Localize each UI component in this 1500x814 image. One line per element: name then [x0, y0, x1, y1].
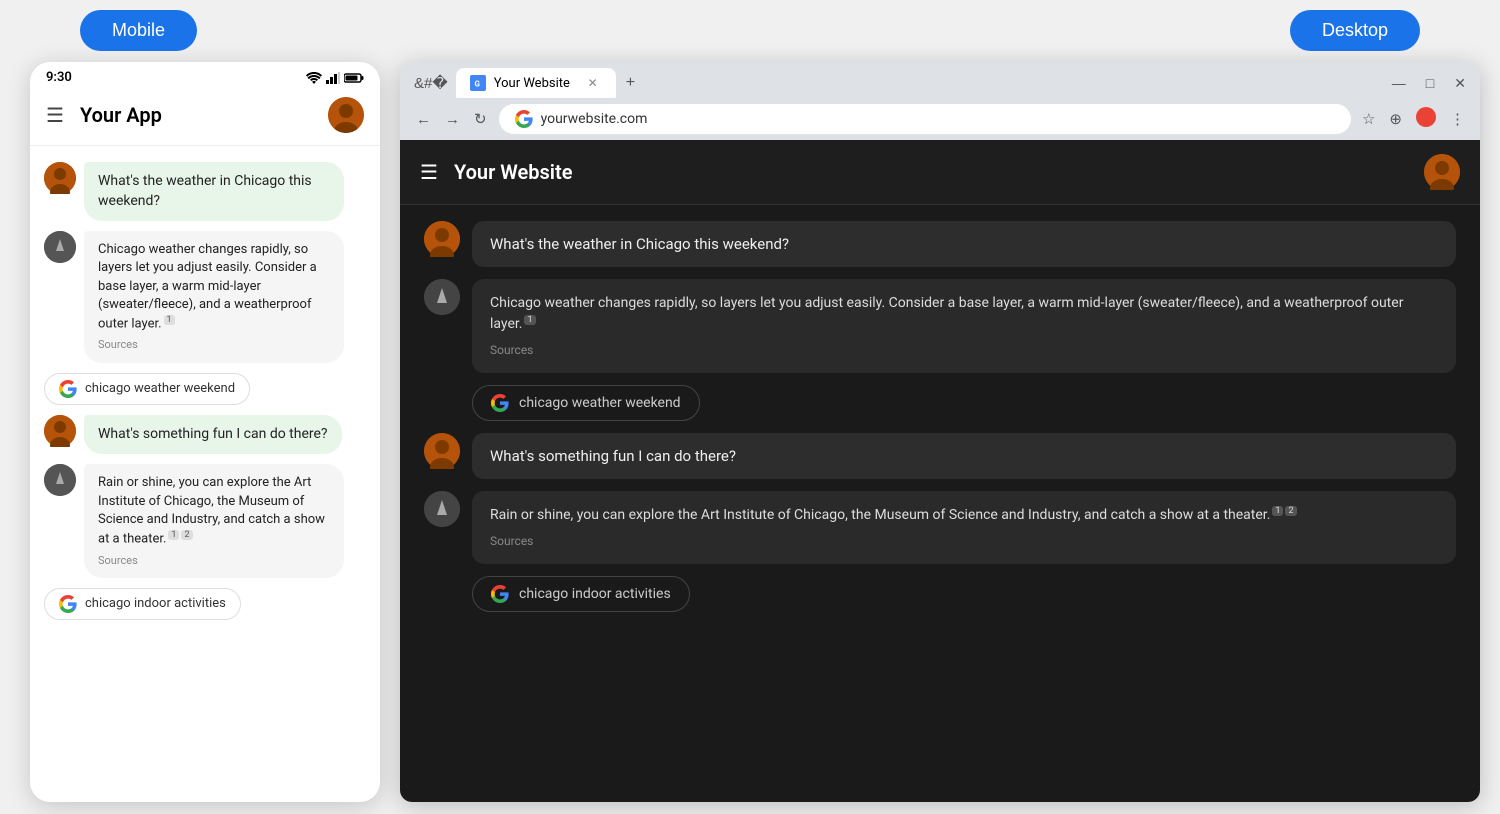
desktop-search-pill-2[interactable]: chicago indoor activities: [472, 576, 690, 612]
new-tab-button[interactable]: +: [618, 70, 643, 96]
desktop-google-logo-1: [491, 394, 509, 412]
table-row: Chicago weather changes rapidly, so laye…: [424, 279, 1456, 373]
desktop-panel: &#� G Your Website ✕ + — □ ✕: [400, 62, 1480, 802]
user-avatar-small-2: [44, 415, 76, 447]
table-row: Rain or shine, you can explore the Art I…: [424, 491, 1456, 564]
desktop-footnote-2b: 2: [1285, 506, 1296, 516]
website-header: ☰ Your Website: [400, 140, 1480, 205]
desktop-bot-avatar-2: [424, 491, 460, 527]
forward-button[interactable]: →: [439, 107, 466, 132]
google-search-pill-2[interactable]: chicago indoor activities: [44, 588, 241, 620]
mobile-status-icons: [306, 72, 364, 84]
more-options-button[interactable]: ⋮: [1445, 106, 1470, 132]
desktop-footnote-2a: 1: [1272, 506, 1283, 516]
sources-label-1: Sources: [98, 337, 330, 352]
mobile-chat-body: What's the weather in Chicago this weeke…: [30, 146, 380, 802]
svg-text:G: G: [474, 80, 480, 89]
bot-message-2: Rain or shine, you can explore the Art I…: [84, 464, 344, 577]
desktop-user-avatar-1: [424, 221, 460, 257]
desktop-bot-message-1: Chicago weather changes rapidly, so laye…: [472, 279, 1456, 373]
desktop-bot-avatar-1: [424, 279, 460, 315]
mobile-panel: 9:30 ☰ Your App: [30, 62, 380, 802]
tab-title: Your Website: [494, 76, 570, 91]
footnote-2a: 1: [168, 530, 179, 540]
browser-back-nav[interactable]: &#�: [408, 70, 454, 96]
desktop-bot-message-2: Rain or shine, you can explore the Art I…: [472, 491, 1456, 564]
website-hamburger-icon[interactable]: ☰: [420, 160, 438, 184]
address-right-icons: ☆ ⊕ ⋮: [1357, 103, 1470, 135]
nav-icons: ← → ↻: [410, 106, 493, 132]
bot-message-1: Chicago weather changes rapidly, so laye…: [84, 231, 344, 363]
desktop-button[interactable]: Desktop: [1290, 10, 1420, 51]
desktop-user-avatar-2: [424, 433, 460, 469]
tab-close-button[interactable]: ✕: [584, 74, 602, 92]
bot-avatar-small-2: [44, 464, 76, 496]
browser-tabs-bar: &#� G Your Website ✕ + — □ ✕: [400, 62, 1480, 98]
desktop-sources-1: Sources: [490, 341, 1438, 359]
mobile-user-avatar[interactable]: [328, 97, 364, 133]
website-content: ☰ Your Website: [400, 140, 1480, 802]
hamburger-icon[interactable]: ☰: [46, 103, 64, 127]
browser-tab-active[interactable]: G Your Website ✕: [456, 68, 616, 98]
tab-favicon-icon: G: [470, 75, 486, 91]
list-item: Chicago weather changes rapidly, so laye…: [44, 231, 366, 363]
footnote-1: 1: [164, 315, 175, 325]
wifi-icon: [306, 72, 322, 84]
browser-address-bar: ← → ↻ yourwebsite.com ☆ ⊕ ⋮: [400, 98, 1480, 140]
maximize-button[interactable]: □: [1420, 73, 1440, 93]
signal-icon: [326, 72, 340, 84]
search-query-1: chicago weather weekend: [85, 381, 235, 396]
footnote-2b: 2: [181, 530, 192, 540]
desktop-footnote-1: 1: [524, 315, 535, 325]
url-text: yourwebsite.com: [541, 111, 648, 127]
browser-chrome: &#� G Your Website ✕ + — □ ✕: [400, 62, 1480, 140]
mobile-time: 9:30: [46, 70, 72, 85]
google-logo-icon: [59, 380, 77, 398]
desktop-user-message-2: What's something fun I can do there?: [472, 433, 1456, 479]
google-search-pill-1[interactable]: chicago weather weekend: [44, 373, 250, 405]
table-row: What's the weather in Chicago this weeke…: [424, 221, 1456, 267]
list-item: Rain or shine, you can explore the Art I…: [44, 464, 366, 577]
list-item: What's something fun I can do there?: [44, 415, 366, 455]
profile-button[interactable]: [1411, 103, 1441, 135]
bookmark-star-button[interactable]: ☆: [1357, 106, 1380, 132]
mobile-button[interactable]: Mobile: [80, 10, 197, 51]
minimize-button[interactable]: —: [1386, 73, 1412, 93]
website-user-avatar[interactable]: [1424, 154, 1460, 190]
user-message-2: What's something fun I can do there?: [84, 415, 342, 455]
battery-icon: [344, 72, 364, 84]
close-button[interactable]: ✕: [1448, 73, 1472, 94]
mobile-app-title: Your App: [80, 103, 328, 127]
top-buttons-bar: Mobile Desktop: [0, 0, 1500, 61]
address-bar[interactable]: yourwebsite.com: [499, 104, 1351, 134]
desktop-search-query-2: chicago indoor activities: [519, 586, 671, 602]
user-avatar-small: [44, 162, 76, 194]
extension-button[interactable]: ⊕: [1384, 106, 1407, 132]
desktop-search-pill-1[interactable]: chicago weather weekend: [472, 385, 700, 421]
desktop-search-query-1: chicago weather weekend: [519, 395, 681, 411]
mobile-status-bar: 9:30: [30, 62, 380, 89]
back-button[interactable]: ←: [410, 107, 437, 132]
list-item: What's the weather in Chicago this weeke…: [44, 162, 366, 221]
website-chat-body: What's the weather in Chicago this weeke…: [400, 205, 1480, 802]
desktop-sources-2: Sources: [490, 532, 1438, 550]
bot-avatar-small: [44, 231, 76, 263]
address-google-icon: [515, 110, 533, 128]
google-logo-icon-2: [59, 595, 77, 613]
website-title: Your Website: [454, 160, 573, 184]
mobile-header: ☰ Your App: [30, 89, 380, 146]
window-controls: — □ ✕: [1386, 73, 1472, 94]
desktop-google-logo-2: [491, 585, 509, 603]
refresh-button[interactable]: ↻: [468, 106, 493, 132]
sources-label-2: Sources: [98, 553, 330, 568]
search-query-2: chicago indoor activities: [85, 596, 226, 611]
user-message-1: What's the weather in Chicago this weeke…: [84, 162, 344, 221]
table-row: What's something fun I can do there?: [424, 433, 1456, 479]
desktop-user-message-1: What's the weather in Chicago this weeke…: [472, 221, 1456, 267]
